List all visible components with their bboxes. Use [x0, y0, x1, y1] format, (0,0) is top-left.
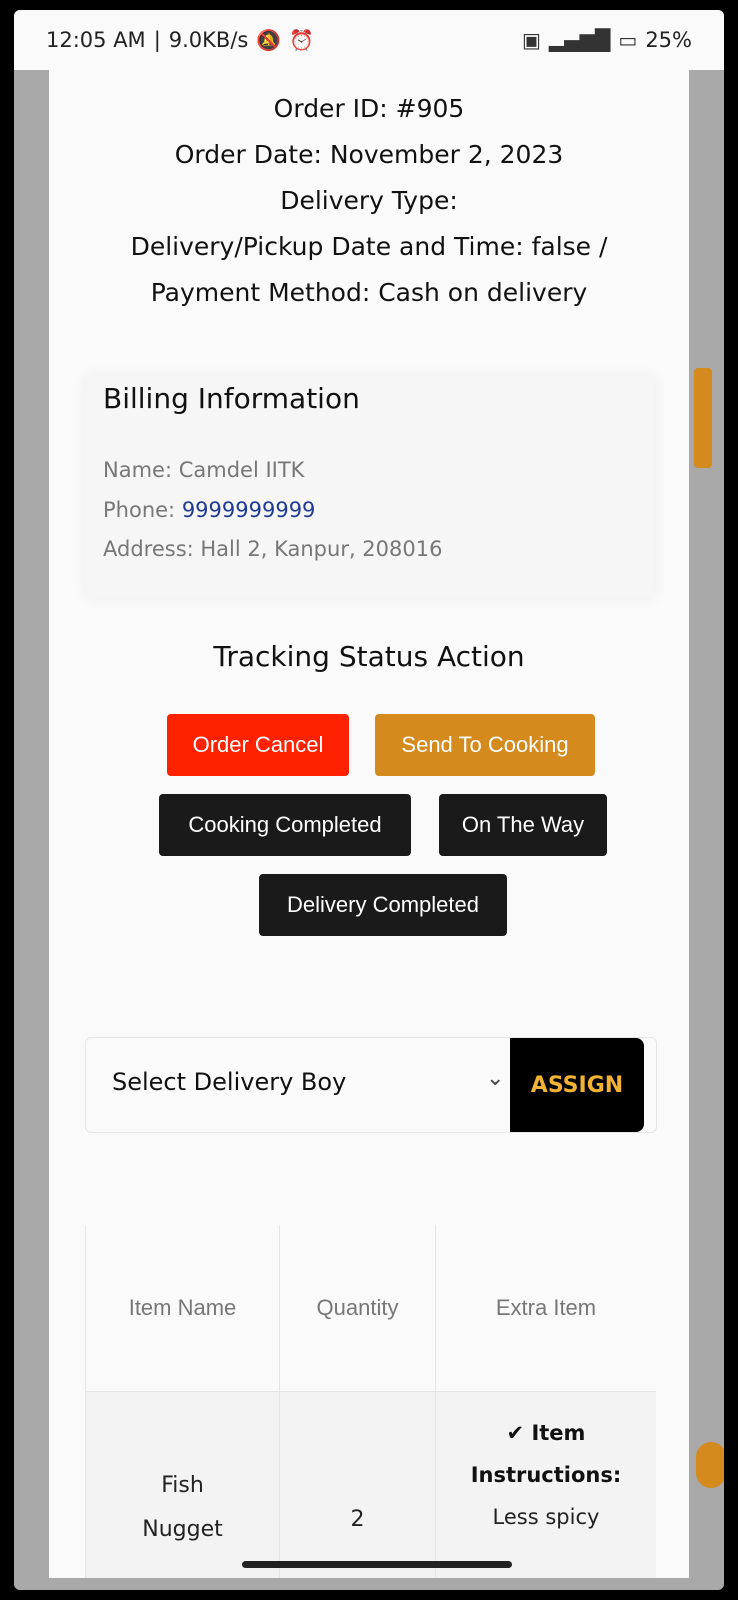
order-items-table: Item Name Quantity Extra Item Fish Nugge…	[85, 1225, 656, 1578]
delivery-completed-button[interactable]: Delivery Completed	[259, 874, 507, 936]
sim-icon: ▣	[521, 28, 541, 52]
item-name-line2: Nugget	[142, 1517, 223, 1542]
battery-icon: ▭	[618, 28, 638, 52]
status-right: ▣ ▂▄▆█ ▭ 25%	[522, 28, 692, 52]
chevron-down-icon: ⌄	[486, 1066, 505, 1091]
order-id: Order ID: #905	[273, 94, 465, 123]
delivery-boy-select-value: Select Delivery Boy	[112, 1068, 347, 1096]
status-left: 12:05 AM | 9.0KB/s 🔕 ⏰	[46, 28, 314, 52]
send-to-cooking-button[interactable]: Send To Cooking	[375, 714, 595, 776]
assign-button[interactable]: ASSIGN	[510, 1038, 644, 1132]
item-name-line1: Fish	[161, 1473, 204, 1498]
order-details-modal: Order ID: #905 Order Date: November 2, 2…	[49, 70, 689, 1578]
phone-label: Phone:	[103, 498, 182, 522]
delivery-type: Delivery Type:	[280, 186, 458, 215]
billing-name: Name: Camdel IITK	[103, 458, 305, 482]
alarm-icon: ⏰	[289, 28, 315, 52]
table-row: Fish Nugget 2 ✔ Item Instructions: Less …	[86, 1391, 656, 1578]
order-date: Order Date: November 2, 2023	[174, 140, 564, 169]
delivery-datetime: Delivery/Pickup Date and Time: false /	[130, 232, 608, 261]
billing-title: Billing Information	[103, 382, 360, 415]
battery-percent: 25%	[645, 28, 692, 52]
status-time: 12:05 AM	[46, 28, 146, 52]
mute-icon: 🔕	[256, 28, 282, 52]
on-the-way-button[interactable]: On The Way	[439, 794, 607, 856]
billing-address: Address: Hall 2, Kanpur, 208016	[103, 537, 443, 561]
status-bar: 12:05 AM | 9.0KB/s 🔕 ⏰ ▣ ▂▄▆█ ▭ 25%	[14, 10, 724, 70]
order-info: Order ID: #905 Order Date: November 2, 2…	[49, 70, 689, 316]
cooking-completed-button[interactable]: Cooking Completed	[159, 794, 411, 856]
status-speed: 9.0KB/s	[168, 28, 249, 52]
delivery-boy-select[interactable]: Select Delivery Boy ⌄ ASSIGN	[85, 1037, 657, 1133]
phone-link[interactable]: 9999999999	[182, 498, 316, 522]
phone-screen: 12:05 AM | 9.0KB/s 🔕 ⏰ ▣ ▂▄▆█ ▭ 25% Orde…	[14, 10, 724, 1590]
status-divider: |	[153, 28, 161, 52]
extra-item-title: ✔ Item	[506, 1421, 586, 1445]
tracking-title: Tracking Status Action	[213, 640, 525, 673]
item-name-cell: Fish Nugget	[86, 1392, 280, 1578]
billing-phone: Phone: 9999999999	[103, 498, 315, 522]
home-indicator[interactable]	[242, 1561, 512, 1568]
background-accent	[694, 368, 712, 468]
extra-item-value: Less spicy	[492, 1505, 600, 1529]
order-cancel-button[interactable]: Order Cancel	[167, 714, 349, 776]
payment-method: Payment Method: Cash on delivery	[150, 278, 588, 307]
background-floating-button	[696, 1442, 724, 1488]
quantity-cell: 2	[280, 1392, 436, 1578]
header-item-name: Item Name	[86, 1225, 280, 1391]
extra-item-cell: ✔ Item Instructions: Less spicy	[436, 1392, 656, 1578]
billing-card: Billing Information Name: Camdel IITK Ph…	[85, 376, 655, 598]
signal-icon: ▂▄▆█	[548, 28, 611, 52]
header-quantity: Quantity	[280, 1225, 436, 1391]
extra-item-label: Instructions:	[470, 1463, 622, 1487]
header-extra-item: Extra Item	[495, 1295, 597, 1320]
